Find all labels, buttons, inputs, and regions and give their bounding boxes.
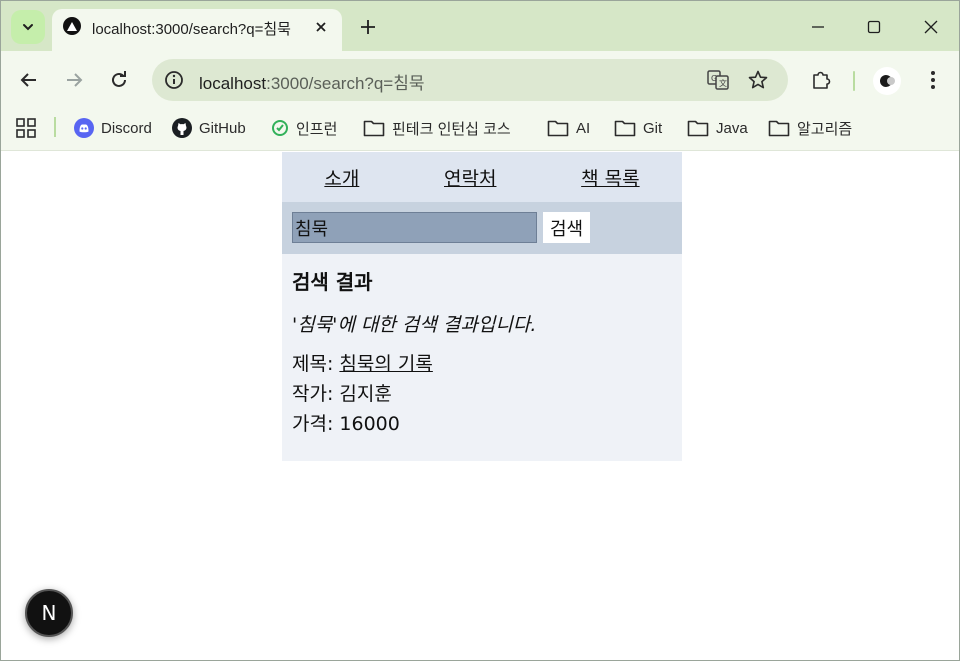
folder-icon <box>547 120 569 137</box>
result-title-row: 제목: 침묵의 기록 <box>292 349 672 379</box>
kebab-menu-icon[interactable] <box>916 63 950 97</box>
profile-avatar-icon[interactable] <box>873 67 901 95</box>
tab-title: localhost:3000/search?q=침묵 <box>92 21 291 38</box>
bookmark-label: Discord <box>101 119 152 137</box>
new-tab-plus-icon[interactable] <box>356 15 380 39</box>
bookmark-star-icon[interactable] <box>746 68 770 92</box>
author-value: 김지훈 <box>339 383 392 405</box>
author-label: 작가: <box>292 383 340 405</box>
book-title-link[interactable]: 침묵의 기록 <box>339 353 432 375</box>
folder-icon <box>363 120 385 137</box>
bookmark-discord[interactable]: Discord <box>74 116 152 140</box>
price-value: 16000 <box>339 413 400 435</box>
folder-icon <box>768 120 790 137</box>
nextjs-favicon-icon <box>63 17 81 35</box>
search-results: 검색 결과 '침묵'에 대한 검색 결과입니다. 제목: 침묵의 기록 작가: … <box>282 254 682 461</box>
search-button[interactable]: 검색 <box>543 212 590 243</box>
bookmark-folder-ai[interactable]: AI <box>547 116 590 140</box>
reload-icon[interactable] <box>102 63 136 97</box>
bookmark-label: Java <box>716 119 748 137</box>
bookmark-label: 핀테크 인턴십 코스 <box>392 120 511 138</box>
chevron-down-icon <box>23 24 33 31</box>
bookmark-label: 알고리즘 <box>797 120 853 138</box>
folder-icon <box>687 120 709 137</box>
page-container: 소개 연락처 책 목록 침묵 검색 검색 결과 '침묵'에 대한 검색 결과입니… <box>282 152 682 461</box>
toolbar-divider <box>853 71 855 91</box>
result-author-row: 작가: 김지훈 <box>292 379 672 409</box>
bookmark-label: Git <box>643 119 663 137</box>
results-description: '침묵'에 대한 검색 결과입니다. <box>292 314 537 336</box>
bookmark-folder-fintech[interactable]: 핀테크 인턴십 코스 <box>363 116 511 140</box>
search-bar: 침묵 검색 <box>282 202 682 254</box>
title-label: 제목: <box>292 353 340 375</box>
result-price-row: 가격: 16000 <box>292 409 672 439</box>
bookmark-folder-java[interactable]: Java <box>687 116 748 140</box>
maximize-icon[interactable] <box>860 13 888 41</box>
bookmark-label: 인프런 <box>296 120 338 138</box>
translate-icon[interactable]: G文 <box>706 68 730 92</box>
address-bar[interactable]: localhost:3000/search?q=침묵 G文 <box>152 59 788 101</box>
browser-toolbar: localhost:3000/search?q=침묵 G文 <box>1 51 959 109</box>
nextjs-logo-icon: N <box>41 601 57 625</box>
svg-text:G: G <box>711 74 717 83</box>
minimize-icon[interactable] <box>804 13 832 41</box>
github-icon <box>172 118 192 138</box>
price-label: 가격: <box>292 413 340 435</box>
extensions-puzzle-icon[interactable] <box>804 63 838 97</box>
folder-icon <box>614 120 636 137</box>
site-nav: 소개 연락처 책 목록 <box>282 152 682 202</box>
tab-close-icon[interactable] <box>311 17 331 37</box>
bookmark-folder-algorithm[interactable]: 알고리즘 <box>768 116 852 140</box>
nextjs-dev-badge[interactable]: N <box>25 589 73 637</box>
bookmark-label: AI <box>576 119 591 137</box>
window-close-icon[interactable] <box>917 13 945 41</box>
results-heading: 검색 결과 <box>292 270 373 294</box>
search-input[interactable]: 침묵 <box>292 212 537 243</box>
bookmarks-divider <box>54 117 56 137</box>
url-text[interactable]: localhost:3000/search?q=침묵 <box>199 69 425 94</box>
svg-text:文: 文 <box>719 78 727 88</box>
inflearn-icon <box>272 120 288 136</box>
apps-grid-icon[interactable] <box>15 116 37 140</box>
active-tab[interactable]: localhost:3000/search?q=침묵 <box>52 9 342 51</box>
nav-link-about[interactable]: 소개 <box>324 164 359 191</box>
back-arrow-icon[interactable] <box>12 63 46 97</box>
site-info-icon[interactable] <box>162 68 186 92</box>
tab-strip: localhost:3000/search?q=침묵 <box>1 1 959 51</box>
discord-icon <box>74 118 94 138</box>
bookmark-github[interactable]: GitHub <box>172 116 246 140</box>
forward-arrow-icon[interactable] <box>57 63 91 97</box>
bookmark-folder-git[interactable]: Git <box>614 116 662 140</box>
tab-search-button[interactable] <box>11 10 45 44</box>
nav-link-contact[interactable]: 연락처 <box>444 164 496 191</box>
bookmarks-bar: Discord GitHub 인프런 핀테크 인턴십 코스 AI Git Jav… <box>1 109 959 151</box>
bookmark-inflearn[interactable]: 인프런 <box>271 116 337 140</box>
bookmark-label: GitHub <box>199 119 246 137</box>
nav-link-books[interactable]: 책 목록 <box>581 164 639 191</box>
